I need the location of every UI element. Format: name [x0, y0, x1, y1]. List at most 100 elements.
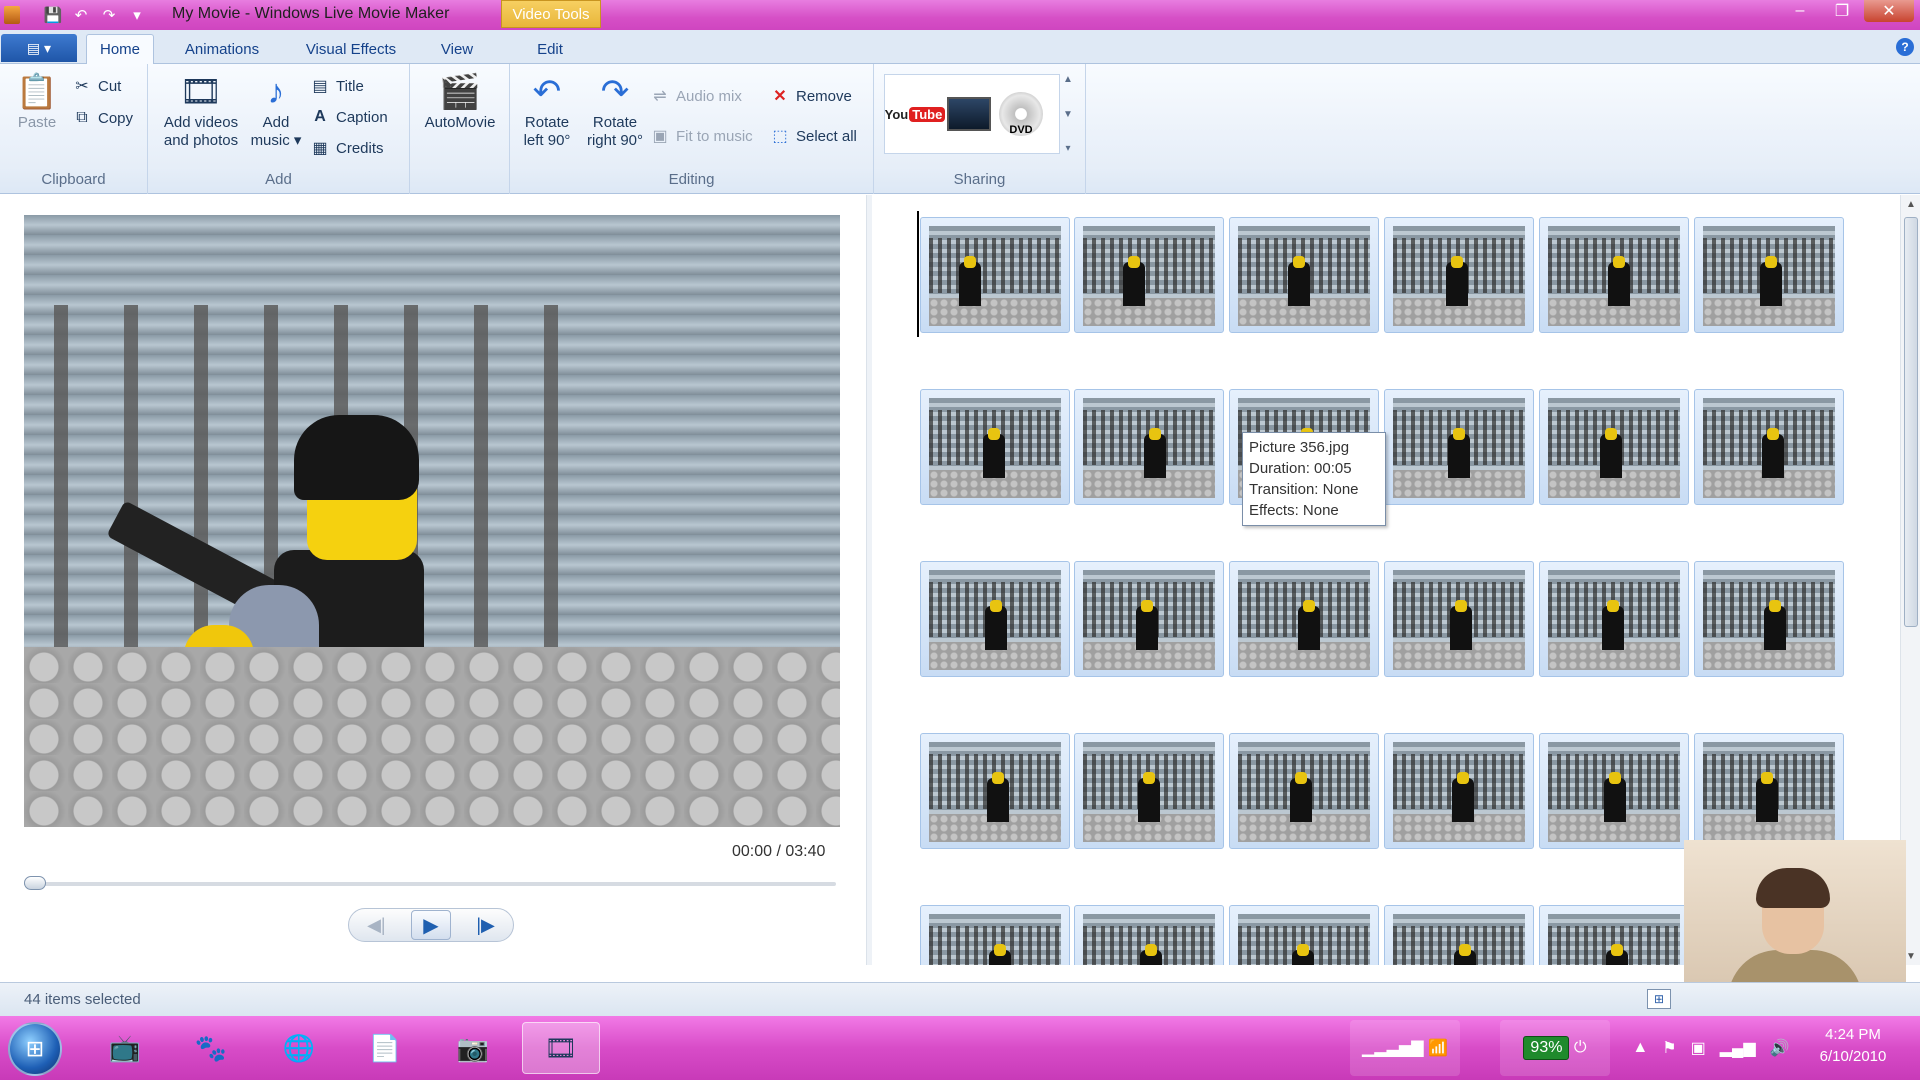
automovie-button[interactable]: 🎬 AutoMovie [418, 72, 502, 132]
previous-frame-button[interactable]: ◀| [356, 911, 396, 939]
clock-date: 6/10/2010 [1819, 1048, 1887, 1065]
taskbar-movie-maker-icon[interactable]: 🎞 [522, 1022, 600, 1074]
network-icon[interactable]: ▂▄▆ [1720, 1038, 1756, 1058]
storyboard-item-thumbnail [1548, 570, 1680, 670]
fit-to-music-button[interactable]: ▣ Fit to music [650, 124, 752, 148]
tab-edit[interactable]: Edit [520, 34, 580, 64]
battery-meter[interactable]: 93% ⏻ [1500, 1020, 1610, 1076]
save-icon[interactable]: 💾 [42, 4, 64, 26]
status-bar: 44 items selected ⊞ [0, 982, 1920, 1016]
storyboard-item[interactable] [1229, 733, 1379, 849]
select-all-button[interactable]: ⬚ Select all [770, 124, 856, 148]
chevron-up-icon[interactable]: ▲ [1063, 74, 1073, 85]
thumbnail-size-icon[interactable]: ⊞ [1647, 989, 1671, 1009]
start-button[interactable]: ⊞ [8, 1022, 62, 1076]
sharing-group-label: Sharing [953, 171, 1006, 188]
storyboard-item-thumbnail [1238, 742, 1370, 842]
storyboard-item[interactable] [920, 561, 1070, 677]
tab-home[interactable]: Home [86, 34, 154, 64]
storyboard-item[interactable] [1384, 905, 1534, 965]
selection-count: 44 items selected [24, 991, 141, 1008]
taskbar-clock[interactable]: 4:24 PM 6/10/2010 [1793, 1024, 1913, 1068]
tab-animations[interactable]: Animations [172, 34, 272, 64]
storyboard-item[interactable] [1384, 561, 1534, 677]
chevron-down-icon[interactable]: ▼ [1063, 109, 1073, 120]
storyboard-item-thumbnail [1083, 742, 1215, 842]
storyboard-item[interactable] [1694, 217, 1844, 333]
playhead-marker[interactable] [917, 211, 919, 337]
title-button[interactable]: ▤ Title [310, 74, 363, 98]
storyboard-item[interactable] [920, 733, 1070, 849]
scroll-up-icon[interactable]: ▲ [1901, 195, 1920, 213]
close-button[interactable]: ✕ [1864, 0, 1914, 22]
storyboard-item[interactable] [920, 389, 1070, 505]
copy-button[interactable]: ⧉ Copy [72, 106, 133, 130]
youtube-share-button[interactable]: You Tube [885, 98, 946, 130]
customize-qat-icon[interactable]: ▾ [126, 4, 148, 26]
credits-button[interactable]: ▦ Credits [310, 136, 383, 160]
taskbar-webcam-icon[interactable]: 📷 [434, 1022, 512, 1074]
tab-visual-effects[interactable]: Visual Effects [294, 34, 408, 64]
rotate-right-button[interactable]: ↷ Rotate right 90° [580, 72, 650, 150]
storyboard-item[interactable] [1074, 905, 1224, 965]
storyboard-item-thumbnail [1083, 570, 1215, 670]
seek-slider-handle[interactable] [24, 876, 46, 890]
storyboard-item[interactable] [1229, 217, 1379, 333]
video-preview[interactable] [24, 215, 840, 827]
audio-mix-button[interactable]: ⇌ Audio mix [650, 84, 742, 108]
taskbar-chrome-icon[interactable]: 🌐 [260, 1022, 338, 1074]
storyboard-item[interactable] [1074, 389, 1224, 505]
storyboard-item[interactable] [1694, 733, 1844, 849]
storyboard-item[interactable] [1539, 561, 1689, 677]
scrollbar-thumb[interactable] [1904, 217, 1918, 627]
show-hidden-icons-icon[interactable]: ▲ [1632, 1039, 1648, 1057]
seek-bar[interactable] [24, 882, 836, 886]
storyboard-item[interactable] [1229, 905, 1379, 965]
device-icon[interactable]: ▣ [1691, 1038, 1706, 1058]
taskbar-media-center-icon[interactable]: 📺 [86, 1022, 164, 1074]
dvd-burn-button[interactable]: DVD [999, 92, 1043, 136]
storyboard-item[interactable] [1074, 733, 1224, 849]
storyboard-item[interactable] [1694, 561, 1844, 677]
storyboard-item[interactable] [1074, 217, 1224, 333]
storyboard-item[interactable] [1694, 389, 1844, 505]
taskbar-gimp-icon[interactable]: 🐾 [172, 1022, 250, 1074]
storyboard-item[interactable] [1074, 561, 1224, 677]
storyboard-item[interactable] [1384, 217, 1534, 333]
signal-strength-icon[interactable]: ▁▂▃▅▇ 📶 [1350, 1020, 1460, 1076]
redo-icon[interactable]: ↷ [98, 4, 120, 26]
storyboard-item[interactable] [920, 217, 1070, 333]
storyboard-item[interactable] [1384, 389, 1534, 505]
help-icon[interactable]: ? [1896, 38, 1914, 56]
storyboard-item[interactable] [1539, 389, 1689, 505]
computer-share-icon[interactable] [947, 97, 991, 131]
storyboard-item[interactable] [1539, 905, 1689, 965]
storyboard-item[interactable] [1384, 733, 1534, 849]
add-videos-photos-button[interactable]: 🎞 Add videos and photos [156, 72, 246, 150]
storyboard-item[interactable] [1539, 217, 1689, 333]
cut-button[interactable]: ✂ Cut [72, 74, 121, 98]
next-frame-button[interactable]: |▶ [466, 911, 506, 939]
copy-label: Copy [98, 109, 134, 127]
storyboard-item[interactable] [920, 905, 1070, 965]
action-center-flag-icon[interactable]: ⚑ [1662, 1038, 1676, 1058]
add-group: 🎞 Add videos and photos ♪ Add music ▾ ▤ … [148, 64, 410, 194]
gallery-expand-icon[interactable]: ▾ [1065, 143, 1070, 154]
caption-button[interactable]: A Caption [310, 105, 387, 129]
tooltip-duration: Duration: 00:05 [1249, 460, 1352, 477]
tab-view[interactable]: View [428, 34, 486, 64]
play-button[interactable]: ▶ [410, 910, 451, 940]
add-music-button[interactable]: ♪ Add music ▾ [248, 72, 304, 150]
app-icon[interactable] [4, 6, 20, 24]
paste-button[interactable]: 📋 Paste [12, 72, 62, 132]
rotate-left-button[interactable]: ↶ Rotate left 90° [516, 72, 578, 150]
storyboard-item[interactable] [1539, 733, 1689, 849]
remove-button[interactable]: ✕ Remove [770, 84, 852, 108]
volume-icon[interactable]: 🔊 [1770, 1038, 1790, 1058]
undo-icon[interactable]: ↶ [70, 4, 92, 26]
application-menu-button[interactable]: ▤ ▾ [1, 34, 77, 62]
taskbar-word-icon[interactable]: 📄 [346, 1022, 424, 1074]
maximize-button[interactable]: ❐ [1822, 0, 1862, 22]
minimize-button[interactable]: ‒ [1780, 0, 1820, 22]
storyboard-item[interactable] [1229, 561, 1379, 677]
